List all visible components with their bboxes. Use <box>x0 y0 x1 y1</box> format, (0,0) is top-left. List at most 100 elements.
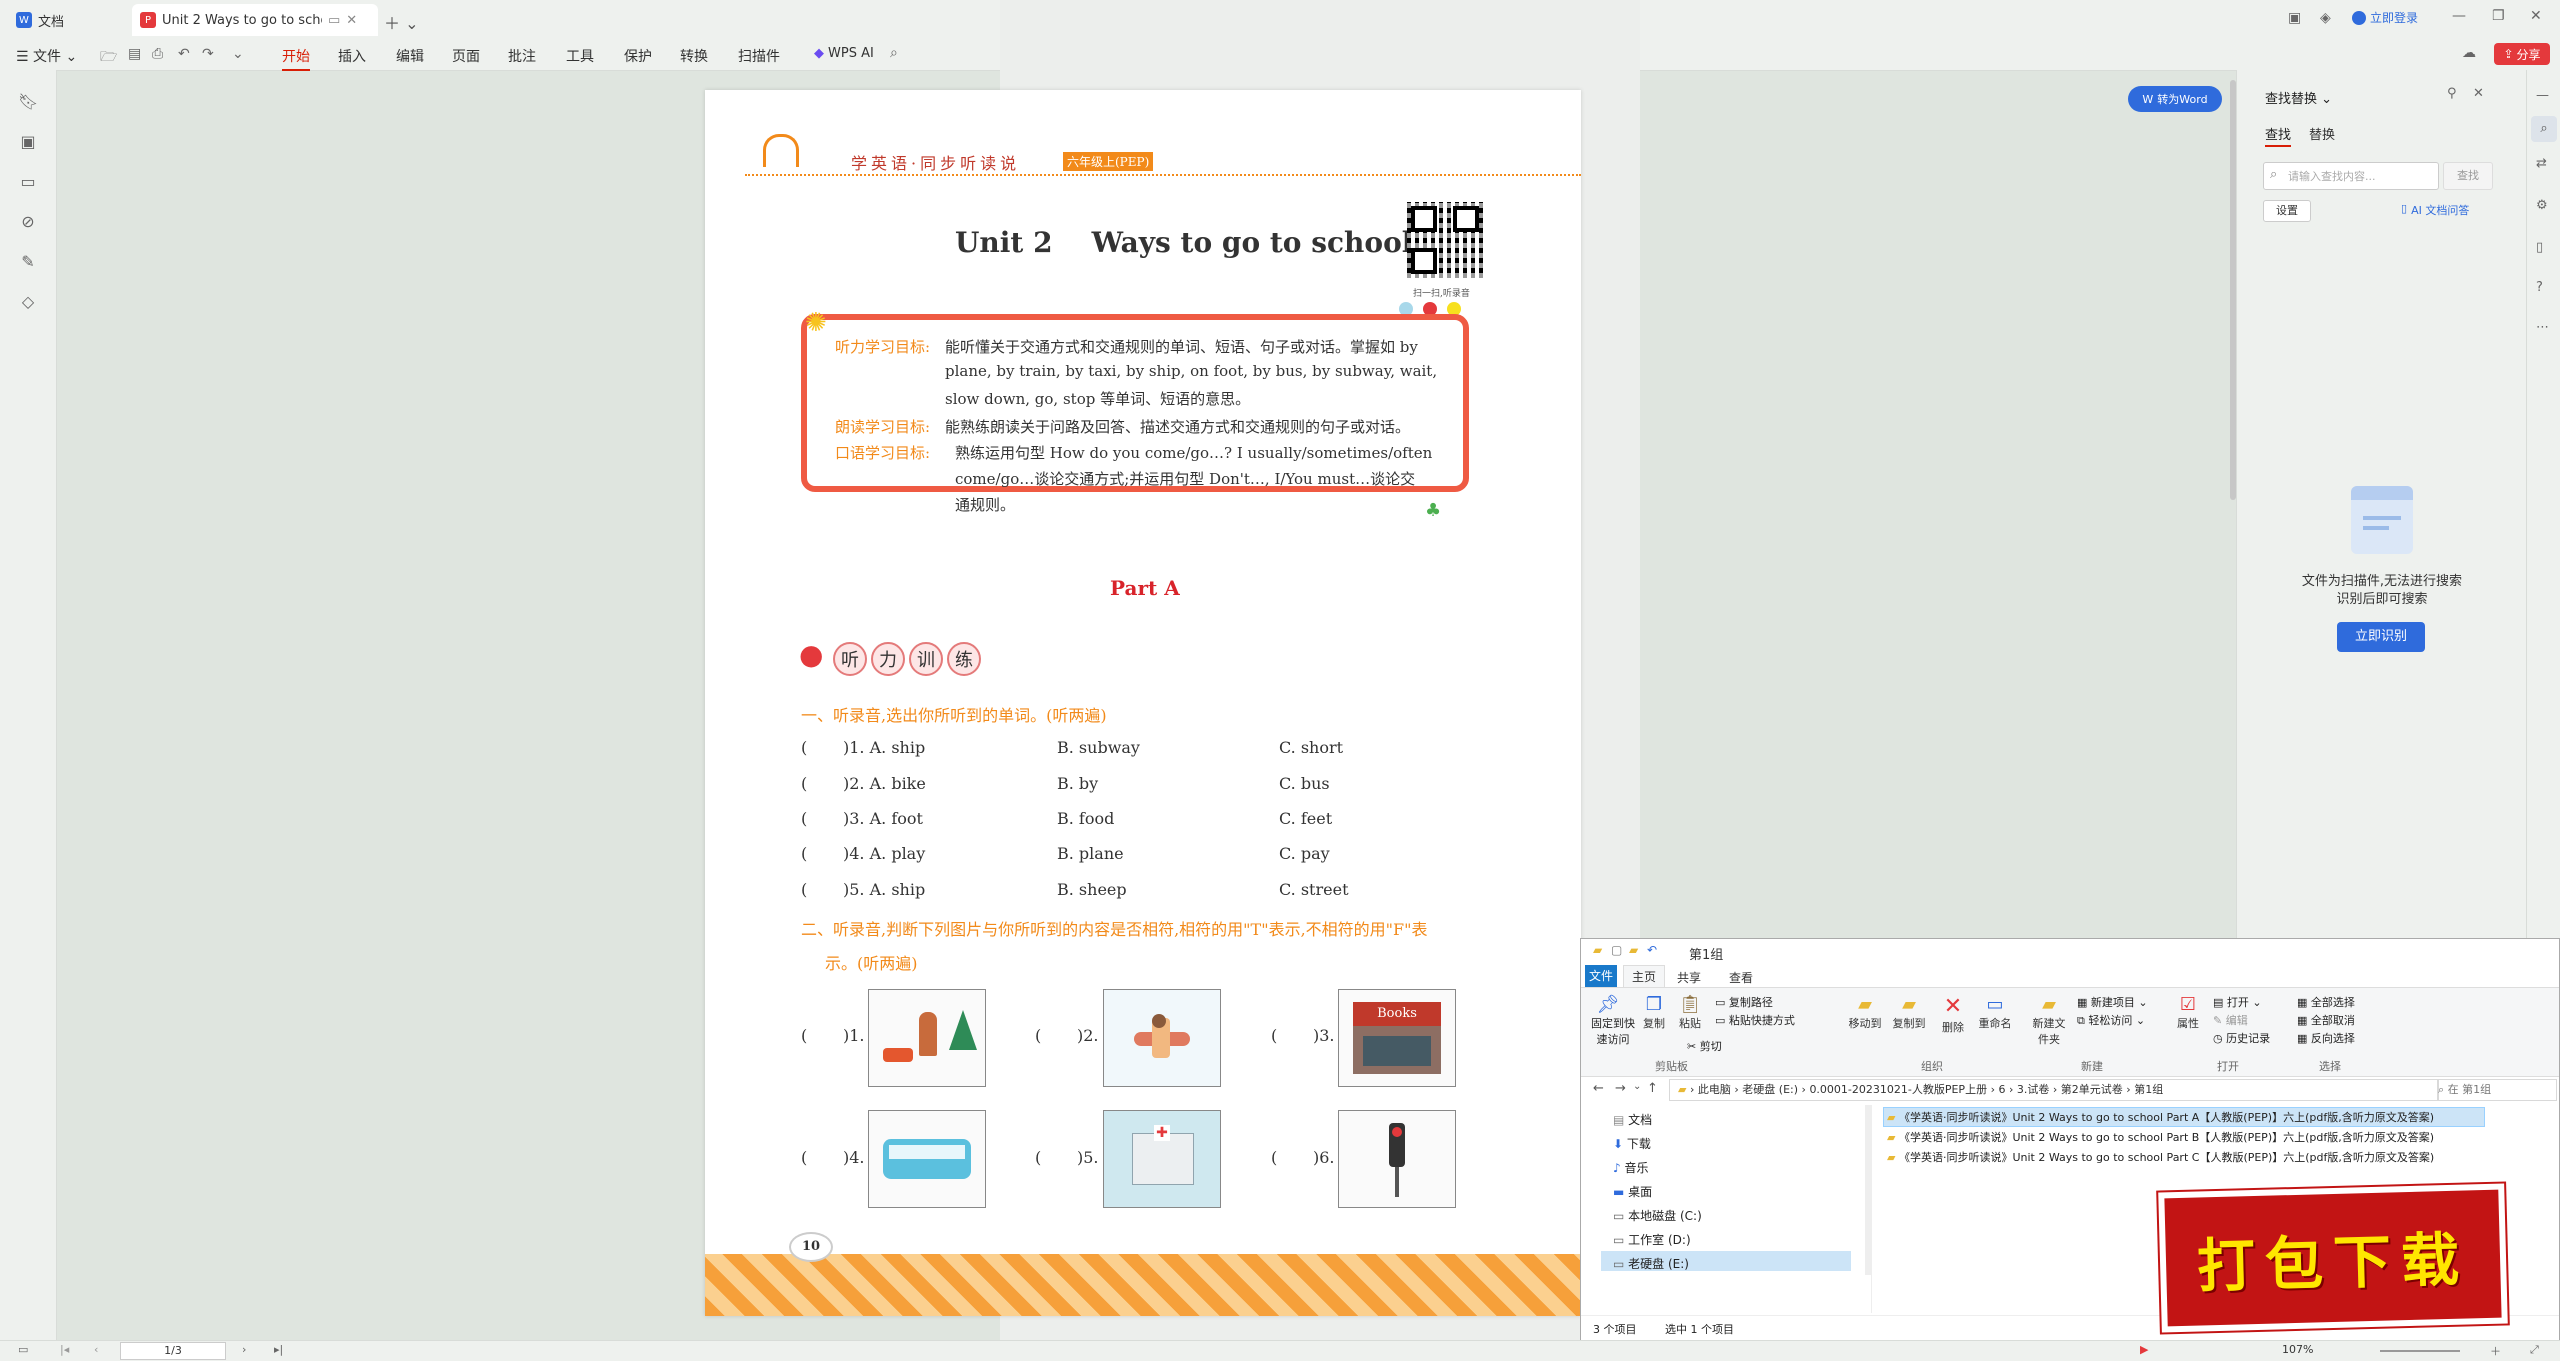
copy-path-button[interactable]: ▭ 复制路径 <box>1715 994 1773 1010</box>
save-icon[interactable]: ▤ <box>128 46 141 62</box>
breadcrumb-item[interactable]: 第2单元试卷 <box>2061 1083 2123 1096</box>
forward-icon[interactable]: → <box>1615 1081 1626 1096</box>
ribbon-tab-share[interactable]: 共享 <box>1677 969 1701 986</box>
recognize-button[interactable]: 立即识别 <box>2337 622 2425 652</box>
undo-quick-icon[interactable]: ↶ <box>1647 943 1657 957</box>
pane-title[interactable]: 查找替换 ⌄ <box>2265 88 2332 107</box>
recent-icon[interactable]: ⌄ <box>1633 1081 1641 1092</box>
pane-close-icon[interactable]: ✕ <box>2473 86 2484 101</box>
qr-code[interactable] <box>1407 202 1483 278</box>
settings-button[interactable]: 设置 <box>2263 200 2311 222</box>
window-close-icon[interactable]: ✕ <box>2530 8 2542 24</box>
find-icon[interactable]: ⌕ <box>2531 116 2557 142</box>
select-all-button[interactable]: ▦ 全部选择 <box>2297 994 2355 1010</box>
minimize-icon[interactable]: — <box>2452 8 2466 24</box>
find-button[interactable]: 查找 <box>2443 162 2493 190</box>
share-button[interactable]: ⇪ 分享 <box>2494 43 2550 65</box>
fullscreen-icon[interactable]: ⤢ <box>2530 1343 2539 1357</box>
login-button[interactable]: 立即登录 <box>2352 9 2418 26</box>
menu-tools[interactable]: 工具 <box>566 46 594 66</box>
search-icon[interactable]: ⌕ <box>890 45 898 61</box>
copy-button[interactable]: ❐ 复制 <box>1639 994 1669 1031</box>
find-input[interactable]: ⌕ 请输入查找内容... <box>2263 162 2439 190</box>
tab-document[interactable]: P Unit 2 Ways to go to schoo ▭ ✕ <box>132 4 378 36</box>
file-row[interactable]: ▰ 《学英语·同步听读说》Unit 2 Ways to go to school… <box>1887 1129 2434 1145</box>
nav-item-music[interactable]: ♪ 音乐 <box>1613 1159 1649 1176</box>
breadcrumb-item[interactable]: 3.试卷 <box>2017 1083 2050 1096</box>
rename-button[interactable]: ▭ 重命名 <box>1975 994 2015 1031</box>
translate-icon[interactable]: ⇄ <box>2536 156 2547 171</box>
layers-icon[interactable]: ◇ <box>18 292 38 312</box>
menu-scan[interactable]: 扫描件 <box>738 46 780 66</box>
cut-button[interactable]: ✂ 剪切 <box>1687 1038 1722 1054</box>
breadcrumb-item[interactable]: 6 <box>1998 1083 2005 1096</box>
paste-button[interactable]: 📋︎ 粘贴 <box>1675 994 1705 1031</box>
nav-item-drive-e[interactable]: ▭ 老硬盘 (E:) <box>1613 1255 1689 1272</box>
easy-access-button[interactable]: ⧉ 轻松访问 ⌄ <box>2077 1012 2145 1028</box>
attachment-icon[interactable]: ⊘ <box>18 212 38 232</box>
first-page-icon[interactable]: |◂ <box>60 1343 69 1356</box>
comment-icon[interactable]: ▭ <box>18 172 38 192</box>
paste-shortcut-button[interactable]: ▭ 粘贴快捷方式 <box>1715 1012 1795 1028</box>
restore-icon[interactable]: ❐ <box>2492 8 2505 24</box>
ribbon-tab-home[interactable]: 主页 <box>1623 965 1665 988</box>
convert-to-word-button[interactable]: W 转为Word <box>2128 86 2222 112</box>
menu-page[interactable]: 页面 <box>452 46 480 66</box>
breadcrumb-item[interactable]: 0.0001-20231021-人教版PEP上册 <box>1809 1083 1987 1096</box>
window-layout-icon[interactable]: ▣ <box>2288 10 2301 26</box>
open-icon[interactable]: 🗁 <box>100 46 117 70</box>
menu-edit[interactable]: 编辑 <box>396 46 424 66</box>
back-icon[interactable]: ← <box>1593 1081 1604 1096</box>
zoom-slider[interactable] <box>2380 1350 2460 1352</box>
menu-protect[interactable]: 保护 <box>624 46 652 66</box>
cube-icon[interactable]: ◈ <box>2320 10 2331 26</box>
reading-icon[interactable]: ▯ <box>2536 240 2543 255</box>
copy-to-button[interactable]: ▰ 复制到 <box>1887 994 1931 1031</box>
nav-item-documents[interactable]: ▤ 文档 <box>1613 1111 1652 1128</box>
move-to-button[interactable]: ▰ 移动到 <box>1843 994 1887 1031</box>
previous-page-icon[interactable]: ‹ <box>94 1343 98 1356</box>
print-icon[interactable]: ⎙ <box>152 46 163 62</box>
invert-selection-button[interactable]: ▦ 反向选择 <box>2297 1030 2355 1046</box>
next-page-icon[interactable]: › <box>242 1343 246 1356</box>
tab-find[interactable]: 查找 <box>2265 124 2292 147</box>
ribbon-tab-file[interactable]: 文件 <box>1585 965 1617 987</box>
page-indicator[interactable]: 1/3 <box>120 1342 226 1360</box>
edit-button[interactable]: ✎ 编辑 <box>2213 1012 2248 1028</box>
more-icon[interactable]: ⌄ <box>232 46 244 62</box>
signature-icon[interactable]: ✎ <box>18 252 38 272</box>
menu-start[interactable]: 开始 <box>282 46 310 71</box>
undo-icon[interactable]: ↶ <box>178 46 190 62</box>
select-none-button[interactable]: ▦ 全部取消 <box>2297 1012 2355 1028</box>
delete-button[interactable]: ✕ 删除 <box>1935 994 1971 1035</box>
up-icon[interactable]: ↑ <box>1647 1081 1658 1096</box>
last-page-icon[interactable]: ▸| <box>274 1343 283 1356</box>
menu-insert[interactable]: 插入 <box>338 46 366 66</box>
cloud-icon[interactable]: ☁ <box>2462 45 2476 61</box>
new-item-button[interactable]: ▦ 新建项目 ⌄ <box>2077 994 2148 1010</box>
file-menu[interactable]: ☰ 文件 ⌄ <box>16 46 77 66</box>
tab-home[interactable]: W 文档 <box>16 4 64 36</box>
nav-item-downloads[interactable]: ⬇ 下载 <box>1613 1135 1651 1152</box>
menu-comment[interactable]: 批注 <box>508 46 536 66</box>
new-folder-quick-icon[interactable]: ▰ <box>1629 943 1638 957</box>
close-icon[interactable]: ✕ <box>346 13 357 28</box>
history-button[interactable]: ◷ 历史记录 <box>2213 1030 2270 1046</box>
file-row[interactable]: ▰ 《学英语·同步听读说》Unit 2 Ways to go to school… <box>1887 1149 2434 1165</box>
collapse-icon[interactable]: — <box>2536 88 2549 103</box>
thumbnail-icon[interactable]: ▣ <box>18 132 38 152</box>
nav-item-desktop[interactable]: ▬ 桌面 <box>1613 1183 1652 1200</box>
nav-item-drive-d[interactable]: ▭ 工作室 (D:) <box>1613 1231 1691 1248</box>
sidebar-toggle-icon[interactable]: ▭ <box>18 1343 28 1356</box>
adjust-icon[interactable]: ⚙ <box>2536 198 2548 213</box>
help-icon[interactable]: ? <box>2536 280 2543 295</box>
address-bar[interactable]: ▰ › 此电脑 › 老硬盘 (E:) › 0.0001-20231021-人教版… <box>1669 1079 2439 1101</box>
pin-quick-access-button[interactable]: 📌︎ 固定到快速访问 <box>1591 994 1635 1047</box>
monitor-icon[interactable]: ▭ <box>328 13 340 28</box>
wps-ai-button[interactable]: ◆ WPS AI <box>814 46 874 61</box>
menu-convert[interactable]: 转换 <box>680 46 708 66</box>
new-folder-button[interactable]: ▰ 新建文件夹 <box>2029 994 2069 1047</box>
breadcrumb-item[interactable]: 此电脑 <box>1698 1083 1731 1096</box>
zoom-in-icon[interactable]: ＋ <box>2490 1343 2501 1359</box>
download-banner[interactable]: 打包下载 <box>2158 1183 2508 1333</box>
